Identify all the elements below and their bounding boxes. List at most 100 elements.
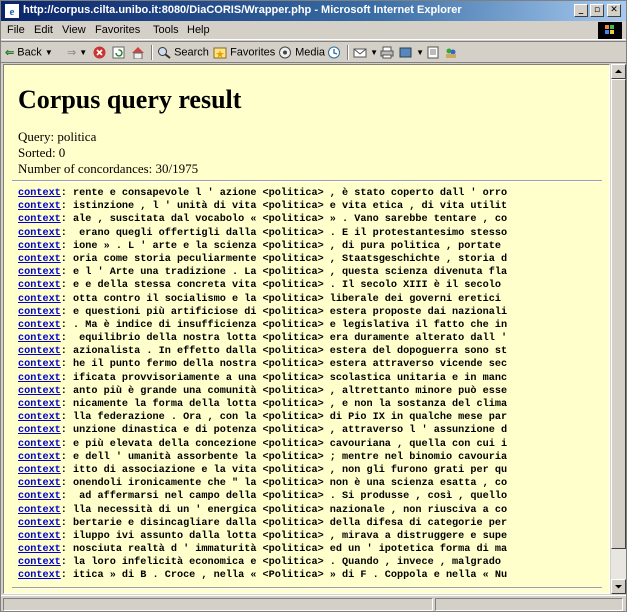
context-link[interactable]: context <box>18 359 61 370</box>
back-button[interactable]: ⇐ Back ▼ <box>5 46 53 59</box>
context-link[interactable]: context <box>18 373 61 384</box>
vertical-scrollbar[interactable] <box>611 64 626 594</box>
edit-page-icon <box>399 47 412 58</box>
concordance-row: context: rente e consapevole l ' azione … <box>18 187 609 200</box>
concordance-text: : erano quegli offertigli dalla <politic… <box>60 227 508 239</box>
concordance-row: context: lla necessità di un ' energica … <box>18 504 609 517</box>
home-button[interactable] <box>131 46 145 59</box>
concordance-text: : rente e consapevole l ' azione <politi… <box>60 188 508 199</box>
status-bar <box>1 595 626 612</box>
context-link[interactable]: context <box>18 425 61 436</box>
concordance-row: context: iluppo ivi assunto dalla lotta … <box>18 530 609 543</box>
mail-icon <box>353 48 367 58</box>
maximize-button[interactable]: ▫ <box>590 4 604 17</box>
concordance-row: context: equilibrio della nostra lotta <… <box>18 332 609 345</box>
context-link[interactable]: context <box>18 333 61 344</box>
context-link[interactable]: context <box>18 491 61 502</box>
concordance-text: : lla necessità di un ' energica <politi… <box>60 504 508 516</box>
history-button[interactable] <box>327 46 341 59</box>
concordance-text: : ione » . L ' arte e la scienza <politi… <box>60 240 508 252</box>
context-link[interactable]: context <box>18 399 61 410</box>
context-link[interactable]: context <box>18 214 61 225</box>
concordance-row: context: ale , suscitata dal vocabolo « … <box>18 213 609 226</box>
media-button[interactable]: Media <box>278 46 325 59</box>
back-arrow-icon: ⇐ <box>5 47 15 59</box>
mail-button[interactable]: ▼ <box>353 46 378 59</box>
context-link[interactable]: context <box>18 478 61 489</box>
concordance-text: : ificata provvisoriamente a una <politi… <box>60 372 508 384</box>
refresh-button[interactable] <box>112 46 125 59</box>
concordance-row: context: onendoli ironicamente che " la … <box>18 477 609 490</box>
toolbar: ⇐ Back ▼ ⇒ ▼ Search Favorites Media ▼ ▼ <box>1 41 626 63</box>
title-bar[interactable]: e http://corpus.cilta.unibo.it:8080/DiaC… <box>1 1 626 21</box>
search-button[interactable]: Search <box>157 46 209 59</box>
dropdown-arrow-icon: ▼ <box>44 48 53 57</box>
context-link[interactable]: context <box>18 267 61 278</box>
minimize-button[interactable]: _ <box>574 4 588 17</box>
context-link[interactable]: context <box>18 201 61 212</box>
context-link[interactable]: context <box>18 294 61 305</box>
menu-tools[interactable]: Tools <box>153 24 179 36</box>
context-link[interactable]: context <box>18 557 61 568</box>
close-button[interactable]: ✕ <box>607 4 621 17</box>
browser-window: e http://corpus.cilta.unibo.it:8080/DiaC… <box>0 0 627 612</box>
forward-button[interactable]: ⇒ ▼ <box>67 46 87 59</box>
concordance-text: : istinzione , l ' unità di vita <politi… <box>60 201 508 213</box>
concordance-text: : e più elevata della concezione <politi… <box>60 438 508 450</box>
edit-button[interactable]: ▼ <box>399 46 424 59</box>
dropdown-arrow-icon: ▼ <box>79 48 88 57</box>
concordance-text: : itica » di B . Croce , nella « <Politi… <box>60 570 508 582</box>
print-button[interactable] <box>380 46 394 59</box>
concordance-row: context: erano quegli offertigli dalla <… <box>18 227 609 240</box>
context-link[interactable]: context <box>18 386 61 397</box>
concordance-text: : nosciuta realtà d ' immaturità <politi… <box>60 544 508 556</box>
concordance-text: : unzione dinastica e di potenza <politi… <box>60 425 508 437</box>
context-link[interactable]: context <box>18 505 61 516</box>
menu-edit[interactable]: Edit <box>34 24 53 36</box>
scroll-down-button[interactable] <box>611 579 626 594</box>
concordance-row: context: istinzione , l ' unità di vita … <box>18 200 609 213</box>
scroll-up-button[interactable] <box>611 64 626 79</box>
concordance-row: context: itto di associazione e la vita … <box>18 464 609 477</box>
context-link[interactable]: context <box>18 465 61 476</box>
context-link[interactable]: context <box>18 280 61 291</box>
favorites-button[interactable]: Favorites <box>213 46 275 59</box>
context-link[interactable]: context <box>18 188 61 199</box>
context-link[interactable]: context <box>18 439 61 450</box>
context-link[interactable]: context <box>18 307 61 318</box>
concordance-text: : e e della stessa concreta vita <politi… <box>60 280 508 292</box>
menu-favorites[interactable]: Favorites <box>95 24 140 36</box>
context-link[interactable]: context <box>18 570 61 581</box>
context-link[interactable]: context <box>18 254 61 265</box>
messenger-button[interactable] <box>444 46 458 59</box>
concordance-text: : otta contro il socialismo e la <politi… <box>60 293 508 305</box>
scroll-thumb[interactable] <box>611 79 626 549</box>
context-link[interactable]: context <box>18 544 61 555</box>
context-link[interactable]: context <box>18 452 61 463</box>
scroll-down-arrow-icon <box>615 585 622 589</box>
stop-button[interactable] <box>93 46 106 59</box>
context-link[interactable]: context <box>18 412 61 423</box>
discuss-button[interactable] <box>426 46 440 59</box>
sorted-text: Sorted: 0 <box>18 145 66 160</box>
concordance-text: : oria come storia peculiarmente <politi… <box>60 253 508 265</box>
window-title: http://corpus.cilta.unibo.it:8080/DiaCOR… <box>23 4 462 16</box>
context-link[interactable]: context <box>18 346 61 357</box>
refresh-icon <box>112 46 125 59</box>
context-link[interactable]: context <box>18 518 61 529</box>
context-link[interactable]: context <box>18 241 61 252</box>
concordance-text: : ad affermarsi nel campo della <politic… <box>60 491 508 503</box>
menu-help[interactable]: Help <box>187 24 210 36</box>
context-link[interactable]: context <box>18 320 61 331</box>
concordance-row: context: ad affermarsi nel campo della <… <box>18 490 609 503</box>
menu-file[interactable]: File <box>7 24 25 36</box>
context-link[interactable]: context <box>18 531 61 542</box>
concordance-row: context: otta contro il socialismo e la … <box>18 293 609 306</box>
concordance-text: : iluppo ivi assunto dalla lotta <politi… <box>60 530 508 542</box>
context-link[interactable]: context <box>18 228 61 239</box>
menu-view[interactable]: View <box>62 24 86 36</box>
status-pane <box>3 598 433 611</box>
concordance-row: context: e l ' Arte una tradizione . La … <box>18 266 609 279</box>
page-title: Corpus query result <box>18 85 242 114</box>
concordance-text: : he il punto fermo della nostra <politi… <box>60 359 508 371</box>
